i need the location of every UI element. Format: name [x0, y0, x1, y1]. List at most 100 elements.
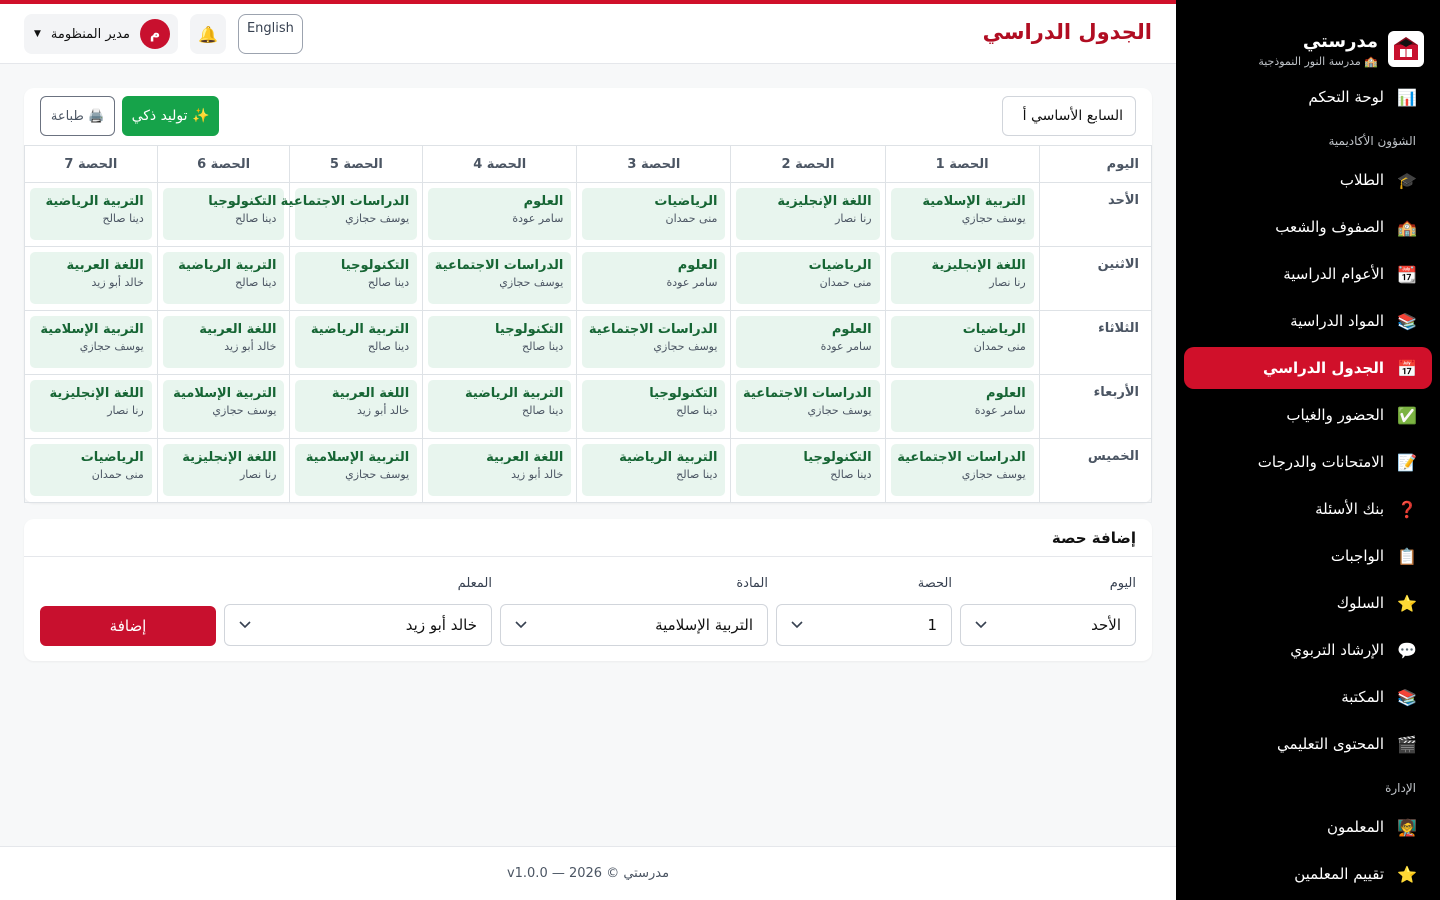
lesson-card[interactable]: العلوم سامر عودة — [890, 380, 1034, 432]
table-row: الثلاثاء الرياضيات منى حمدان العلوم سامر عود… — [24, 310, 1153, 375]
sidebar-item[interactable]: ⭐ السلوك — [1184, 582, 1432, 624]
sidebar-section-title: الإدارة — [1385, 781, 1416, 795]
sidebar-item-label: المكتبة — [1341, 688, 1384, 706]
lesson-teacher: يوسف حجازي — [212, 404, 277, 417]
sidebar-item[interactable]: 🎓 الطلاب — [1184, 159, 1432, 201]
lesson-card[interactable]: اللغة الإنجليزية رنا نصار — [890, 252, 1034, 304]
lesson-teacher: يوسف حجازي — [79, 340, 144, 353]
sidebar-item[interactable]: 📊 لوحة التحكم — [1184, 76, 1432, 118]
lesson-subject: العلوم — [523, 194, 564, 209]
lesson-card[interactable]: العلوم سامر عودة — [736, 316, 880, 368]
lesson-card[interactable]: التربية الرياضية دينا صالح — [30, 188, 152, 240]
lesson-subject: الرياضيات — [80, 450, 144, 465]
lesson-card[interactable]: الرياضيات منى حمدان — [582, 188, 726, 240]
ai-generate-button[interactable]: ✨ توليد ذكي — [122, 96, 219, 136]
teacher-select-value: خالد أبو زيد — [405, 616, 477, 634]
lesson-card[interactable]: الدراسات الاجتماعية يوسف حجازي — [582, 316, 726, 368]
period-select-value: 1 — [927, 616, 937, 634]
lesson-cell: العلوم سامر عودة — [884, 374, 1040, 439]
teacher-icon: 🧑‍🏫 — [1397, 817, 1417, 837]
sidebar-item[interactable]: ❓ بنك الأسئلة — [1184, 488, 1432, 530]
lesson-teacher: دينا صالح — [235, 276, 277, 289]
lesson-card[interactable]: الدراسات الاجتماعية يوسف حجازي — [281, 188, 418, 240]
caret-down-icon: ▼ — [34, 29, 41, 39]
lesson-card[interactable]: التربية الرياضية دينا صالح — [295, 316, 418, 368]
add-lesson-card: إضافة حصة اليوم الأحد الحصة 1 المادة الت… — [24, 519, 1152, 661]
lesson-cell: الرياضيات منى حمدان — [24, 438, 158, 503]
lesson-card[interactable]: اللغة الإنجليزية رنا نصار — [162, 444, 285, 496]
lesson-subject: الدراسات الاجتماعية — [897, 450, 1026, 465]
lesson-teacher: خالد أبو زيد — [356, 404, 410, 417]
sidebar-item-label: الحضور والغياب — [1286, 406, 1384, 424]
sidebar-item[interactable]: 🎬 المحتوى التعليمي — [1184, 723, 1432, 765]
user-menu-button[interactable]: ▼ مدير المنظومة م — [24, 14, 178, 54]
lesson-cell: العلوم سامر عودة — [576, 246, 732, 311]
lesson-card[interactable]: التربية الإسلامية يوسف حجازي — [295, 444, 418, 496]
lesson-card[interactable]: الدراسات الاجتماعية يوسف حجازي — [736, 380, 880, 432]
lesson-card[interactable]: التربية الإسلامية يوسف حجازي — [30, 316, 152, 368]
lesson-card[interactable]: اللغة العربية خالد أبو زيد — [162, 316, 285, 368]
lesson-card[interactable]: التربية الإسلامية يوسف حجازي — [162, 380, 285, 432]
lesson-card[interactable]: الرياضيات منى حمدان — [736, 252, 880, 304]
lesson-teacher: سامر عودة — [666, 276, 718, 289]
lesson-card[interactable]: التكنولوجيا دينا صالح — [295, 252, 418, 304]
lesson-teacher: منى حمدان — [665, 212, 718, 225]
lesson-teacher: منى حمدان — [91, 468, 144, 481]
lesson-teacher: سامر عودة — [512, 212, 564, 225]
lesson-card[interactable]: الدراسات الاجتماعية يوسف حجازي — [428, 252, 572, 304]
period-column-header: الحصة 1 — [884, 145, 1040, 183]
table-row: الاثنين اللغة الإنجليزية رنا نصار الرياضيات… — [24, 246, 1153, 311]
sidebar-item[interactable]: 💬 الإرشاد التربوي — [1184, 629, 1432, 671]
day-cell: الأربعاء — [1038, 374, 1153, 439]
sidebar-item[interactable]: 📅 الجدول الدراسي — [1184, 347, 1432, 389]
lesson-teacher: رنا نصار — [107, 404, 144, 417]
sidebar-item[interactable]: 📚 المكتبة — [1184, 676, 1432, 718]
sidebar-item[interactable]: 📋 الواجبات — [1184, 535, 1432, 577]
lesson-card[interactable]: اللغة العربية خالد أبو زيد — [30, 252, 152, 304]
sidebar-item[interactable]: 📚 المواد الدراسية — [1184, 300, 1432, 342]
lesson-card[interactable]: التكنولوجيا دينا صالح — [428, 316, 572, 368]
clipboard-icon: 📋 — [1397, 546, 1417, 566]
notifications-button[interactable]: 🔔 — [189, 14, 226, 54]
class-select[interactable]: السابع الأساسي أ — [1002, 96, 1136, 136]
chevron-down-icon — [791, 618, 803, 632]
lesson-card[interactable]: التكنولوجيا دينا صالح — [162, 188, 285, 240]
lesson-card[interactable]: اللغة العربية خالد أبو زيد — [428, 444, 572, 496]
lesson-card[interactable]: اللغة الإنجليزية رنا نصار — [30, 380, 152, 432]
top-bar: الجدول الدراسي ▼ مدير المنظومة م 🔔 Engli… — [0, 0, 1176, 64]
brand[interactable]: مدرستي 🏫 مدرسة النور النموذجية — [1176, 0, 1440, 76]
lesson-card[interactable]: الدراسات الاجتماعية يوسف حجازي — [890, 444, 1034, 496]
lesson-card[interactable]: التربية الرياضية دينا صالح — [582, 444, 726, 496]
lesson-card[interactable]: التربية الرياضية دينا صالح — [162, 252, 285, 304]
lesson-card[interactable]: اللغة العربية خالد أبو زيد — [295, 380, 418, 432]
lesson-card[interactable]: التربية الإسلامية يوسف حجازي — [890, 188, 1034, 240]
sidebar-item[interactable]: 🏫 الصفوف والشعب — [1184, 206, 1432, 248]
day-select-value: الأحد — [1091, 616, 1121, 634]
lesson-card[interactable]: اللغة الإنجليزية رنا نصار — [736, 188, 880, 240]
day-select[interactable]: الأحد — [960, 604, 1136, 646]
language-toggle-button[interactable]: English — [237, 14, 303, 54]
add-lesson-button[interactable]: إضافة — [40, 606, 216, 646]
lesson-card[interactable]: التربية الرياضية دينا صالح — [428, 380, 572, 432]
lesson-cell: العلوم سامر عودة — [730, 310, 886, 375]
print-button[interactable]: 🖨️ طباعة — [40, 96, 115, 136]
sidebar-item[interactable]: 🧑‍🏫 المعلمون — [1184, 806, 1432, 848]
avatar: م — [139, 19, 170, 49]
sidebar-item[interactable]: ⭐ تقييم المعلمين — [1184, 853, 1432, 895]
period-select[interactable]: 1 — [776, 604, 952, 646]
lesson-card[interactable]: الرياضيات منى حمدان — [30, 444, 152, 496]
sidebar-item[interactable]: ✅ الحضور والغياب — [1184, 394, 1432, 436]
lesson-card[interactable]: التكنولوجيا دينا صالح — [736, 444, 880, 496]
sidebar-item[interactable]: 📝 الامتحانات والدرجات — [1184, 441, 1432, 483]
footer-text: مدرستي © 2026 — v1.0.0 — [506, 866, 670, 881]
lesson-card[interactable]: التكنولوجيا دينا صالح — [582, 380, 726, 432]
teacher-select[interactable]: خالد أبو زيد — [224, 604, 492, 646]
subject-select[interactable]: التربية الإسلامية — [500, 604, 768, 646]
day-cell: الأحد — [1038, 182, 1153, 247]
lesson-card[interactable]: العلوم سامر عودة — [582, 252, 726, 304]
sidebar-item[interactable]: 📆 الأعوام الدراسية — [1184, 253, 1432, 295]
lesson-card[interactable]: العلوم سامر عودة — [428, 188, 572, 240]
user-name: مدير المنظومة — [50, 26, 130, 42]
lesson-card[interactable]: الرياضيات منى حمدان — [890, 316, 1034, 368]
lesson-teacher: رنا نصار — [989, 276, 1026, 289]
